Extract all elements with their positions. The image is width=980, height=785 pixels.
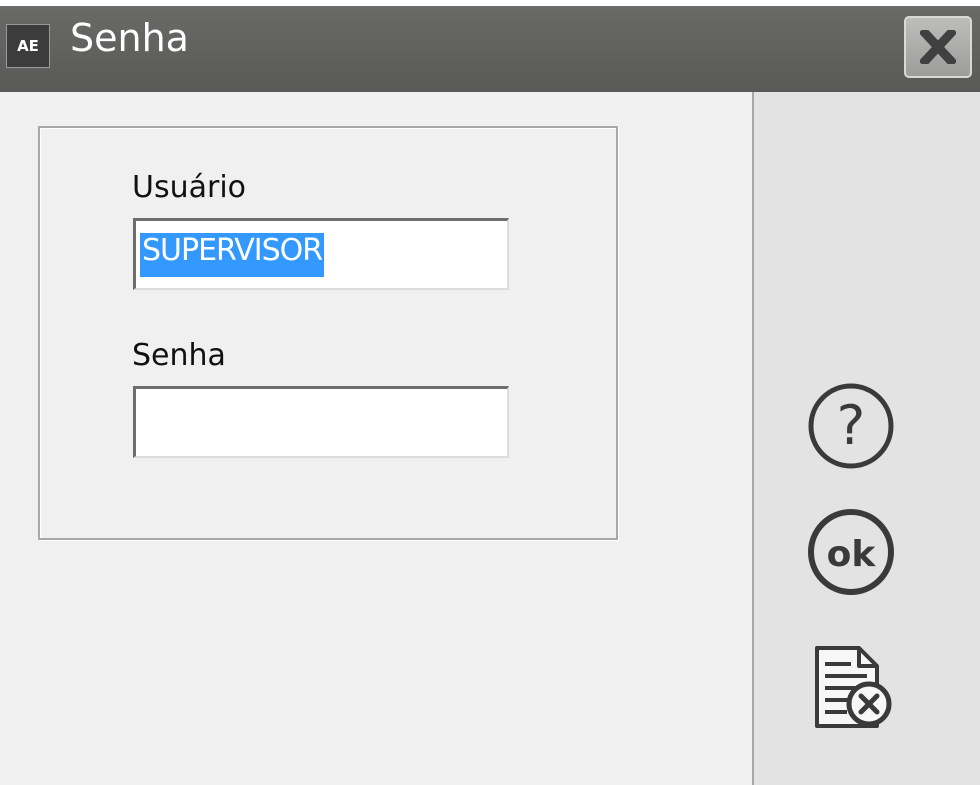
ok-button[interactable]: ok: [805, 506, 897, 598]
user-field-value: SUPERVISOR: [140, 233, 325, 277]
cancel-button[interactable]: [805, 642, 897, 734]
password-label: Senha: [132, 338, 226, 373]
question-circle-icon: ?: [808, 383, 894, 469]
help-button[interactable]: ?: [805, 380, 897, 472]
password-field[interactable]: [133, 386, 509, 458]
title-bar: AE Senha: [0, 0, 980, 92]
help-glyph: ?: [837, 394, 866, 457]
user-label: Usuário: [132, 170, 247, 205]
ok-circle-icon: ok: [808, 509, 894, 595]
window-title: Senha: [70, 16, 189, 60]
ok-glyph: ok: [827, 534, 877, 575]
app-icon: AE: [6, 24, 50, 68]
user-field[interactable]: SUPERVISOR: [133, 218, 509, 290]
login-group-box: [38, 126, 618, 540]
close-icon: [920, 30, 956, 64]
close-button[interactable]: [904, 16, 972, 78]
document-cancel-icon: [815, 646, 892, 728]
